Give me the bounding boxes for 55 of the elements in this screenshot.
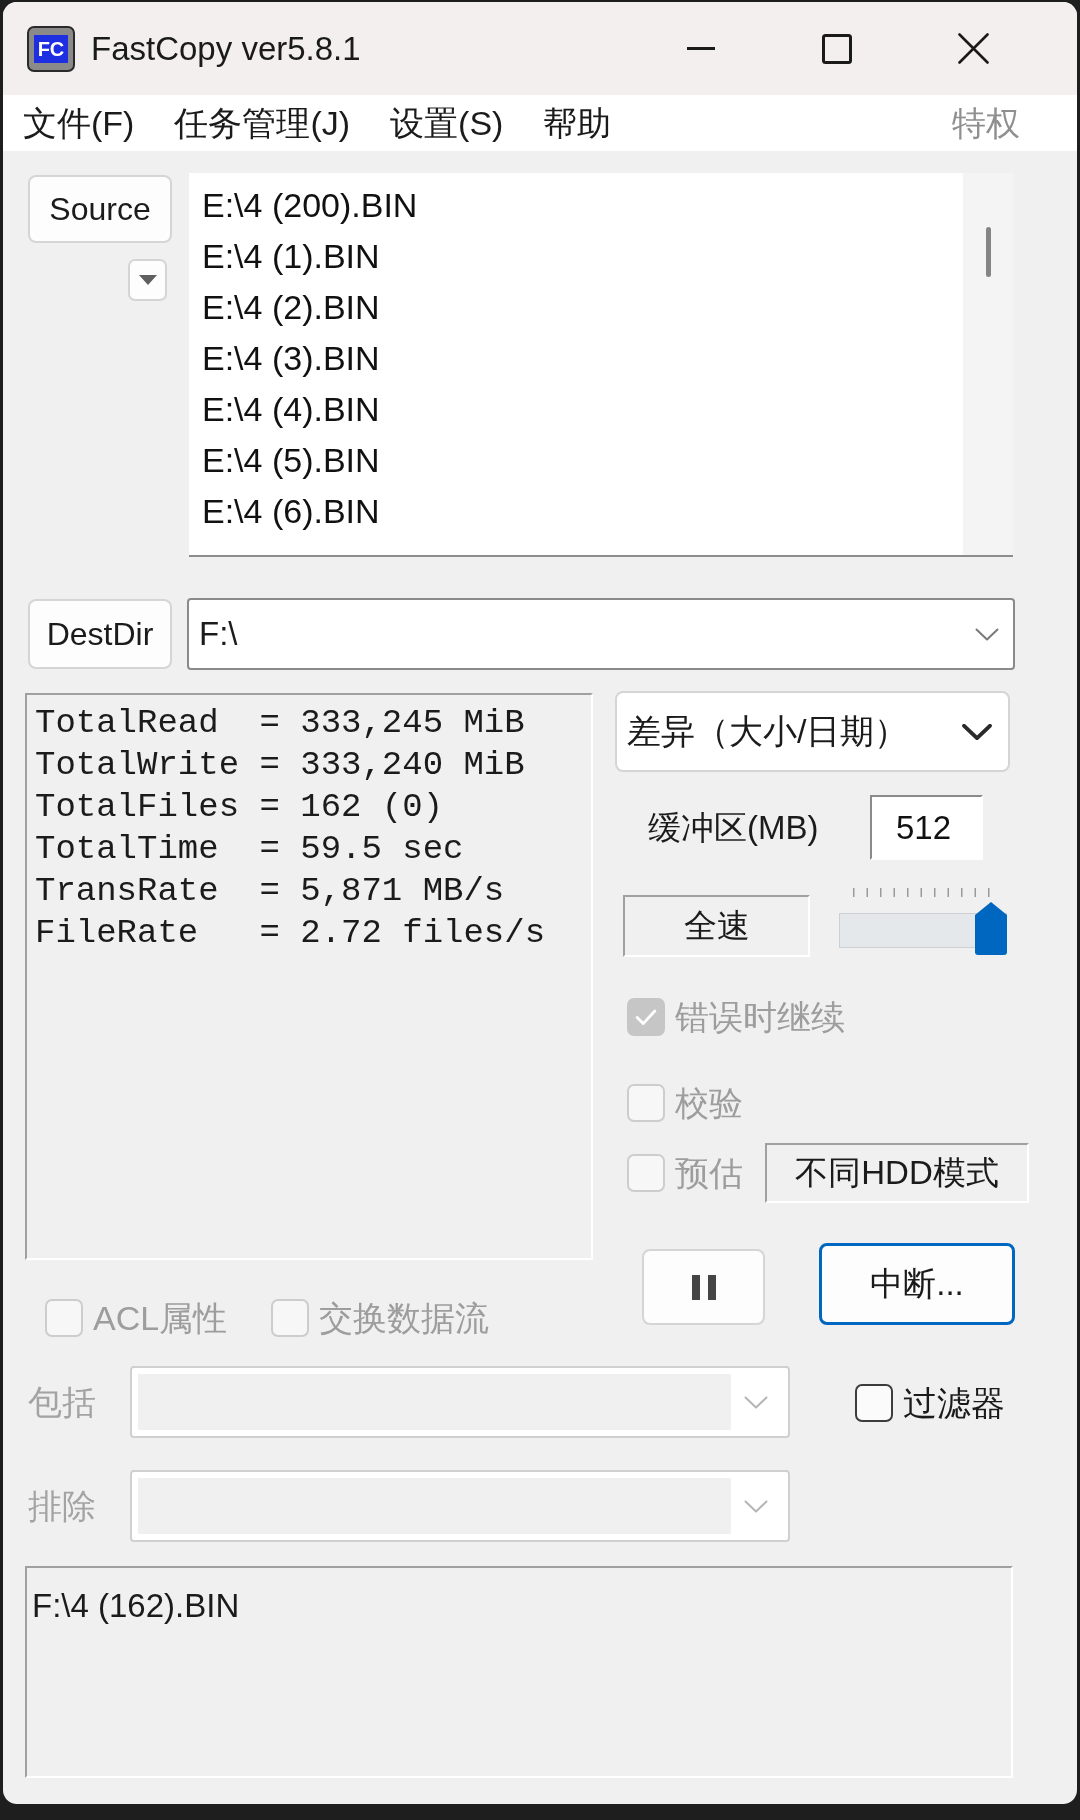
scrollbar-thumb[interactable] [985, 227, 991, 277]
close-icon [957, 33, 989, 64]
chevron-down-icon [744, 1499, 768, 1513]
option-label: 过滤器 [903, 1383, 1005, 1423]
current-file-text: F:\4 (162).BIN [32, 1586, 240, 1626]
menu-item[interactable]: 帮助 [543, 101, 612, 145]
pause-icon [691, 1274, 716, 1300]
stats-line: TransRate = 5,871 MB/s [35, 871, 505, 912]
window-title: FastCopy ver5.8.1 [91, 28, 361, 69]
scrollbar-track[interactable] [963, 173, 1013, 555]
file-list-item[interactable]: E:\4 (2).BIN [202, 282, 380, 333]
buffer-input[interactable]: 512 [870, 795, 983, 860]
source-menu-button[interactable] [128, 259, 167, 301]
file-list-item[interactable]: E:\4 (3).BIN [202, 333, 380, 384]
destination-field[interactable]: F:\ [187, 598, 1015, 670]
abort-button[interactable]: 中断... [819, 1243, 1015, 1325]
file-list-item[interactable]: E:\4 (5).BIN [202, 435, 380, 486]
menu-item[interactable]: 文件(F) [23, 101, 135, 145]
speed-readout: 全速 [623, 895, 810, 957]
caret-down-icon [138, 275, 157, 285]
option-label: 校验 [675, 1083, 743, 1123]
stats-line: TotalRead = 333,245 MiB [35, 703, 525, 744]
stats-line: TotalWrite = 333,240 MiB [35, 745, 525, 786]
menu-item[interactable]: 设置(S) [390, 101, 504, 145]
file-list-item[interactable]: E:\4 (1).BIN [202, 231, 380, 282]
chevron-down-icon [975, 627, 999, 641]
option-label: ACL属性 [93, 1298, 228, 1338]
pause-button[interactable] [642, 1249, 765, 1325]
file-list-item[interactable]: E:\4 (6).BIN [202, 486, 380, 537]
source-file-list[interactable]: E:\4 (200).BIN E:\4 (1).BIN E:\4 (2).BIN E:\4 (3).BIN E:\4 (4).BIN E:\4 (5).BIN E:\4 (6).BIN [189, 173, 1013, 557]
hdd-mode-button[interactable]: 不同HDD模式 [765, 1143, 1029, 1203]
check-icon [635, 1008, 657, 1026]
stats-line: TotalFiles = 162 (0) [35, 787, 444, 828]
file-list-item[interactable]: E:\4 (4).BIN [202, 384, 380, 435]
destdir-button[interactable]: DestDir [28, 599, 172, 669]
filter-label: 包括 [28, 1381, 97, 1423]
maximize-icon [822, 33, 852, 64]
app-logo: FC [27, 25, 75, 72]
checkbox[interactable] [855, 1384, 893, 1422]
chevron-down-icon [744, 1395, 768, 1409]
stats-line: FileRate = 2.72 files/s [35, 913, 546, 954]
slider-thumb[interactable] [975, 902, 1007, 955]
file-list-item[interactable]: E:\4 (200).BIN [202, 180, 418, 231]
buffer-label: 缓冲区(MB) [648, 807, 820, 848]
option-label: 交换数据流 [319, 1298, 490, 1338]
option-label: 错误时继续 [675, 997, 845, 1037]
option-label: 预估 [675, 1153, 743, 1193]
slider-track[interactable] [839, 902, 1007, 955]
stats-line: TotalTime = 59.5 sec [35, 829, 464, 870]
minimize-icon [687, 47, 715, 50]
mode-dropdown[interactable]: 差异（大小/日期） [615, 691, 1010, 772]
filter-label: 排除 [28, 1485, 97, 1527]
chevron-down-icon [962, 723, 992, 740]
menu-item[interactable]: 任务管理(J) [174, 101, 351, 145]
source-button[interactable]: Source [28, 175, 172, 243]
